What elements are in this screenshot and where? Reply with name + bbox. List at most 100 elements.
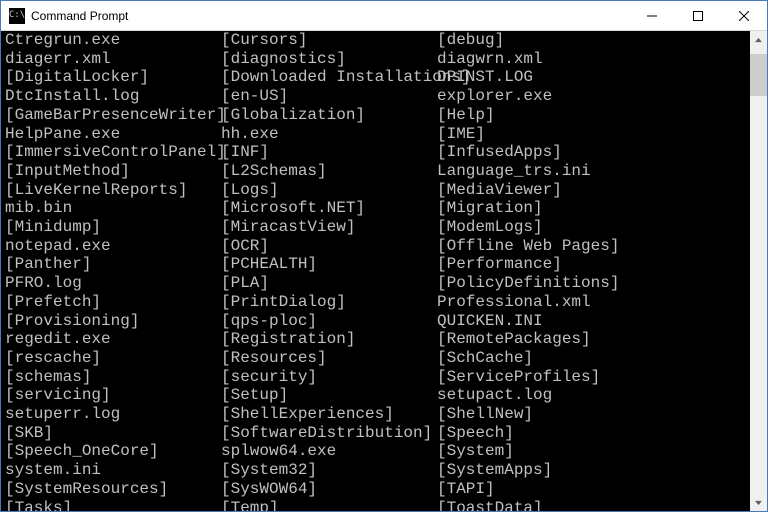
listing-cell: [PolicyDefinitions] <box>437 274 619 293</box>
scroll-up-button[interactable] <box>750 31 767 48</box>
listing-row: DtcInstall.log[en-US]explorer.exe <box>5 87 750 106</box>
listing-row: mib.bin[Microsoft.NET][Migration] <box>5 199 750 218</box>
listing-row: diagerr.xml[diagnostics]diagwrn.xml <box>5 50 750 69</box>
listing-cell: Professional.xml <box>437 293 591 312</box>
listing-cell: [qps-ploc] <box>221 312 437 331</box>
listing-cell: splwow64.exe <box>221 442 437 461</box>
listing-cell: [SysWOW64] <box>221 480 437 499</box>
listing-cell: [Logs] <box>221 181 437 200</box>
listing-cell: [ModemLogs] <box>437 218 543 237</box>
listing-cell: [Minidump] <box>5 218 221 237</box>
listing-cell: [INF] <box>221 143 437 162</box>
listing-cell: [LiveKernelReports] <box>5 181 221 200</box>
listing-row: system.ini[System32][SystemApps] <box>5 461 750 480</box>
listing-cell: [ShellNew] <box>437 405 533 424</box>
listing-cell: [InfusedApps] <box>437 143 562 162</box>
listing-cell: [ShellExperiences] <box>221 405 437 424</box>
command-prompt-window: C:\ Command Prompt Ctregrun.exe[Cursors]… <box>0 0 768 512</box>
listing-row: [GameBarPresenceWriter][Globalization][H… <box>5 106 750 125</box>
listing-cell: regedit.exe <box>5 330 221 349</box>
listing-cell: Ctregrun.exe <box>5 31 221 50</box>
listing-cell: [Migration] <box>437 199 543 218</box>
listing-row: [rescache][Resources][SchCache] <box>5 349 750 368</box>
listing-cell: [Offline Web Pages] <box>437 237 619 256</box>
listing-cell: PFRO.log <box>5 274 221 293</box>
listing-cell: [PrintDialog] <box>221 293 437 312</box>
listing-cell: [servicing] <box>5 386 221 405</box>
listing-cell: [DigitalLocker] <box>5 68 221 87</box>
listing-row: [servicing][Setup]setupact.log <box>5 386 750 405</box>
listing-cell: [en-US] <box>221 87 437 106</box>
listing-cell: DPINST.LOG <box>437 68 533 87</box>
minimize-button[interactable] <box>629 1 675 31</box>
titlebar[interactable]: C:\ Command Prompt <box>1 1 767 31</box>
listing-cell: QUICKEN.INI <box>437 312 543 331</box>
listing-cell: [PCHEALTH] <box>221 255 437 274</box>
listing-cell: [Cursors] <box>221 31 437 50</box>
listing-row: [Panther][PCHEALTH][Performance] <box>5 255 750 274</box>
listing-cell: [Panther] <box>5 255 221 274</box>
vertical-scrollbar[interactable] <box>750 31 767 511</box>
scroll-down-button[interactable] <box>750 494 767 511</box>
scroll-thumb[interactable] <box>750 54 767 96</box>
listing-cell: setuperr.log <box>5 405 221 424</box>
listing-cell: [IME] <box>437 125 485 144</box>
close-button[interactable] <box>721 1 767 31</box>
listing-cell: [MiracastView] <box>221 218 437 237</box>
listing-cell: [Setup] <box>221 386 437 405</box>
console-output[interactable]: Ctregrun.exe[Cursors][debug]diagerr.xml[… <box>1 31 750 511</box>
listing-cell: [Microsoft.NET] <box>221 199 437 218</box>
listing-cell: [Downloaded Installations] <box>221 68 437 87</box>
listing-row: [SKB][SoftwareDistribution][Speech] <box>5 424 750 443</box>
listing-cell: [Globalization] <box>221 106 437 125</box>
listing-cell: [System] <box>437 442 514 461</box>
window-title: Command Prompt <box>31 9 128 23</box>
maximize-button[interactable] <box>675 1 721 31</box>
listing-cell: hh.exe <box>221 125 437 144</box>
listing-row: [Provisioning][qps-ploc]QUICKEN.INI <box>5 312 750 331</box>
listing-row: [Minidump][MiracastView][ModemLogs] <box>5 218 750 237</box>
listing-cell: [InputMethod] <box>5 162 221 181</box>
listing-cell: [diagnostics] <box>221 50 437 69</box>
listing-row: [Prefetch][PrintDialog]Professional.xml <box>5 293 750 312</box>
listing-cell: [SystemApps] <box>437 461 552 480</box>
listing-cell: [ToastData] <box>437 499 543 511</box>
listing-row: HelpPane.exehh.exe[IME] <box>5 125 750 144</box>
listing-cell: diagwrn.xml <box>437 50 543 69</box>
listing-cell: setupact.log <box>437 386 552 405</box>
listing-cell: [Speech] <box>437 424 514 443</box>
listing-cell: [schemas] <box>5 368 221 387</box>
listing-cell: [L2Schemas] <box>221 162 437 181</box>
listing-cell: [Temp] <box>221 499 437 511</box>
listing-cell: [Registration] <box>221 330 437 349</box>
listing-row: [InputMethod][L2Schemas]Language_trs.ini <box>5 162 750 181</box>
listing-cell: [Provisioning] <box>5 312 221 331</box>
listing-cell: [TAPI] <box>437 480 495 499</box>
listing-cell: [ServiceProfiles] <box>437 368 600 387</box>
listing-row: [LiveKernelReports][Logs][MediaViewer] <box>5 181 750 200</box>
cmd-icon: C:\ <box>9 8 25 24</box>
listing-cell: [OCR] <box>221 237 437 256</box>
listing-row: [Speech_OneCore]splwow64.exe[System] <box>5 442 750 461</box>
listing-cell: HelpPane.exe <box>5 125 221 144</box>
listing-cell: Language_trs.ini <box>437 162 591 181</box>
listing-row: [DigitalLocker][Downloaded Installations… <box>5 68 750 87</box>
listing-cell: notepad.exe <box>5 237 221 256</box>
listing-cell: [Performance] <box>437 255 562 274</box>
listing-cell: diagerr.xml <box>5 50 221 69</box>
listing-cell: [Prefetch] <box>5 293 221 312</box>
listing-row: PFRO.log[PLA][PolicyDefinitions] <box>5 274 750 293</box>
listing-row: setuperr.log[ShellExperiences][ShellNew] <box>5 405 750 424</box>
listing-row: notepad.exe[OCR][Offline Web Pages] <box>5 237 750 256</box>
listing-cell: [rescache] <box>5 349 221 368</box>
client-area: Ctregrun.exe[Cursors][debug]diagerr.xml[… <box>1 31 767 511</box>
listing-cell: [SKB] <box>5 424 221 443</box>
listing-cell: [Resources] <box>221 349 437 368</box>
listing-cell: [security] <box>221 368 437 387</box>
listing-cell: [Tasks] <box>5 499 221 511</box>
listing-row: Ctregrun.exe[Cursors][debug] <box>5 31 750 50</box>
listing-cell: [Speech_OneCore] <box>5 442 221 461</box>
listing-cell: [Help] <box>437 106 495 125</box>
listing-cell: system.ini <box>5 461 221 480</box>
listing-cell: [PLA] <box>221 274 437 293</box>
